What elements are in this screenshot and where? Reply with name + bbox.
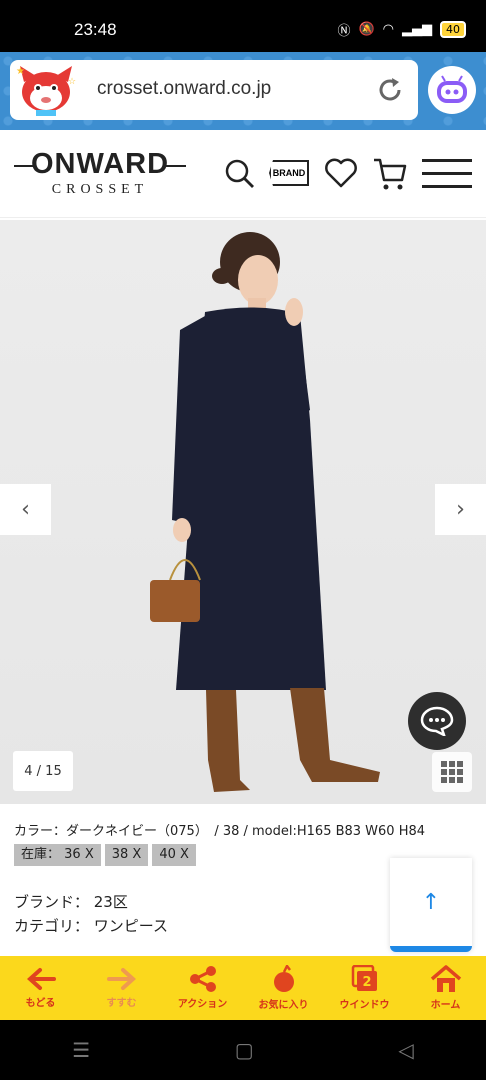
logo-sub-text: CROSSET xyxy=(51,182,149,197)
mute-icon: 🔕 xyxy=(358,22,375,37)
battery-icon: 40 xyxy=(440,21,466,38)
toolbar-action-button[interactable]: アクション xyxy=(162,956,243,1020)
back-nav-icon[interactable]: ◁ xyxy=(398,1038,413,1062)
url-bar[interactable]: ★ ☆ crosset.onward.co.jp xyxy=(10,60,418,120)
stock-size-40[interactable]: 40 X xyxy=(152,844,196,866)
status-bar: 23:48 Ⓝ 🔕 ◠ ▂▄▆ 40 xyxy=(0,0,486,52)
home-icon xyxy=(430,965,461,992)
status-icons: Ⓝ 🔕 ◠ ▂▄▆ 40 xyxy=(337,20,466,39)
window-count-badge: 2 xyxy=(362,975,371,990)
back-arrow-icon xyxy=(26,968,56,990)
toolbar-forward-button[interactable]: すすむ xyxy=(81,956,162,1020)
menu-icon[interactable] xyxy=(422,158,474,190)
cart-icon[interactable] xyxy=(372,156,408,192)
scroll-to-top-button[interactable]: ↑ xyxy=(390,858,472,952)
product-image-gallery[interactable]: ‹ › 4 / 15 xyxy=(0,220,486,804)
onward-crosset-logo[interactable]: ONWARD CROSSET xyxy=(14,148,186,197)
share-icon xyxy=(189,966,216,992)
toolbar-forward-label: すすむ xyxy=(106,998,137,1009)
system-nav-bar: ☰ ▢ ◁ xyxy=(0,1020,486,1080)
heart-icon[interactable] xyxy=(324,158,358,188)
toolbar-action-label: アクション xyxy=(177,999,228,1010)
mascot-icon: ★ ☆ xyxy=(16,66,76,116)
chat-button[interactable] xyxy=(408,692,466,750)
toolbar-window-button[interactable]: 2 ウインドウ xyxy=(324,956,405,1020)
toolbar-home-button[interactable]: ホーム xyxy=(405,956,486,1020)
wifi-icon: ◠ xyxy=(382,22,394,37)
toolbar-back-button[interactable]: もどる xyxy=(0,956,81,1020)
color-size-model-line: カラー：ダークネイビー（075） / 38 / model:H165 B83 W… xyxy=(14,824,426,839)
stock-row: 在庫： 36 X 38 X 40 X xyxy=(14,844,196,866)
robot-icon xyxy=(437,75,467,103)
window-icon: 2 xyxy=(351,965,377,991)
site-header: ONWARD CROSSET BRAND xyxy=(0,130,486,218)
svg-text:★: ★ xyxy=(16,66,25,77)
browser-toolbar: もどる すすむ アクション お気に入り 2 ウインドウ ホーム xyxy=(0,956,486,1020)
gallery-counter: 4 / 15 xyxy=(13,751,73,791)
toolbar-back-label: もどる xyxy=(25,998,56,1009)
chat-icon xyxy=(420,706,454,736)
assistant-button[interactable] xyxy=(428,66,476,114)
browser-bar: ★ ☆ crosset.onward.co.jp xyxy=(0,52,486,130)
favorite-icon xyxy=(273,965,294,992)
toolbar-favorites-label: お気に入り xyxy=(258,1000,309,1011)
gallery-prev-button[interactable]: ‹ xyxy=(0,484,51,535)
search-icon[interactable] xyxy=(224,158,256,190)
recent-apps-icon[interactable]: ☰ xyxy=(72,1038,90,1062)
thumbnail-grid-button[interactable] xyxy=(432,752,472,792)
toolbar-window-label: ウインドウ xyxy=(339,1000,390,1011)
grid-icon xyxy=(441,761,463,783)
forward-arrow-icon xyxy=(106,968,136,990)
nfc-icon: Ⓝ xyxy=(337,24,351,39)
url-text: crosset.onward.co.jp xyxy=(97,78,272,99)
category-line: カテゴリ： ワンピース xyxy=(14,917,169,935)
status-time: 23:48 xyxy=(74,20,117,39)
product-meta: ブランド： 23区 カテゴリ： ワンピース xyxy=(14,890,168,938)
logo-line-right xyxy=(164,165,186,167)
home-nav-icon[interactable]: ▢ xyxy=(235,1038,254,1062)
arrow-up-icon: ↑ xyxy=(421,889,441,915)
stock-label: 在庫： 36 X xyxy=(14,844,101,866)
stock-size-38[interactable]: 38 X xyxy=(104,844,149,866)
brand-button[interactable]: BRAND xyxy=(269,160,309,186)
signal-icon: ▂▄▆ xyxy=(402,22,432,37)
gallery-next-button[interactable]: › xyxy=(435,484,486,535)
reload-icon[interactable] xyxy=(374,74,406,106)
toolbar-favorites-button[interactable]: お気に入り xyxy=(243,956,324,1020)
brand-line: ブランド： 23区 xyxy=(14,893,128,911)
toolbar-home-label: ホーム xyxy=(430,1000,461,1011)
logo-main-text: ONWARD xyxy=(30,148,170,180)
svg-text:☆: ☆ xyxy=(68,77,76,87)
